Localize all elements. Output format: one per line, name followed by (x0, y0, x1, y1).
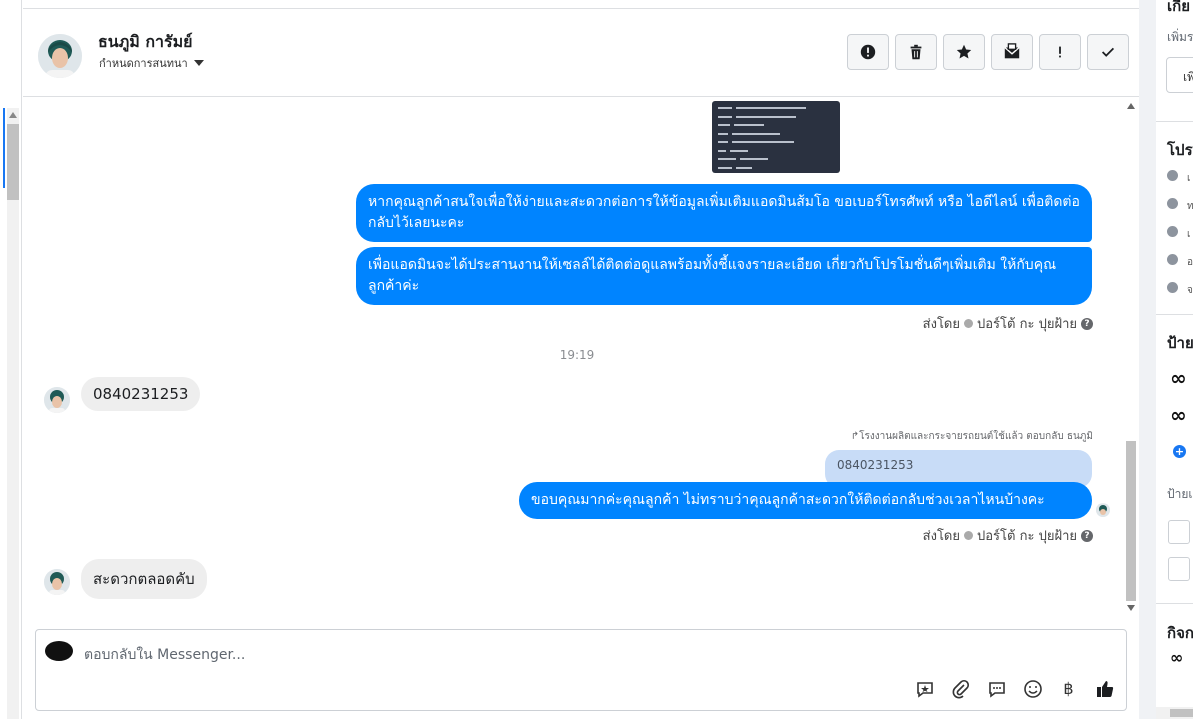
message-thread[interactable]: หากคุณลูกค้าสนใจเพื่อให้ง่ายและสะดวกต่อก… (23, 97, 1139, 617)
outgoing-message[interactable]: เพื่อแอดมินจะได้ประสานงานให้เซลล์ได้ติดต… (356, 247, 1092, 305)
left-sidebar-strip (0, 0, 22, 719)
emoji-icon[interactable] (1021, 677, 1044, 700)
like-icon[interactable] (1093, 677, 1116, 700)
trash-icon (910, 44, 922, 60)
mark-done-button[interactable] (1087, 34, 1129, 70)
reply-arrow-icon: ↱ (850, 431, 860, 442)
left-scroll-thumb[interactable] (7, 124, 19, 200)
scroll-down-arrow-icon[interactable] (1127, 605, 1135, 611)
message-composer[interactable]: ตอบกลับใน Messenger... ฿ (35, 629, 1127, 711)
envelope-icon (1004, 43, 1020, 59)
contact-avatar[interactable] (38, 34, 82, 78)
assign-conversation-dropdown[interactable]: กำหนดการสนทนา (99, 54, 204, 72)
assign-label: กำหนดการสนทนา (99, 57, 188, 70)
star-icon (956, 44, 972, 59)
panel-section-subtitle: เพิ่มร (1167, 30, 1193, 44)
sent-by-prefix: ส่งโดย (922, 529, 960, 544)
location-icon (1167, 282, 1178, 293)
sent-by-name: ปอร์โต้ กะ ปุยฝ้าย (977, 529, 1077, 544)
baht-icon[interactable]: ฿ (1057, 677, 1080, 700)
composer-tools: ฿ (913, 677, 1116, 700)
panel-divider-line (1156, 314, 1193, 315)
contact-avatar-small[interactable] (44, 569, 70, 595)
page-logo (45, 641, 73, 661)
mark-unread-button[interactable] (991, 34, 1033, 70)
scroll-up-arrow-icon[interactable] (9, 112, 17, 118)
sender-avatar-icon (964, 531, 973, 540)
exclamation-icon (1059, 46, 1061, 58)
add-label-icon[interactable]: + (1173, 445, 1186, 458)
header-top-divider (23, 8, 1139, 9)
panel-section-title: ป้าย (1167, 334, 1193, 352)
contact-details-panel: เกีย เพิ่มร เพิ โปร เ ท เ อ จ ป้าย ∞ ∞ +… (1156, 0, 1193, 719)
thread-scroll-thumb[interactable] (1126, 441, 1136, 601)
panel-scroll-thumb[interactable] (1170, 709, 1193, 717)
panel-section-title: กิจก (1167, 624, 1193, 642)
panel-add-button[interactable]: เพิ (1166, 57, 1193, 93)
panel-divider-line (1156, 121, 1193, 122)
panel-section-subtitle: ป้ายเ (1167, 487, 1193, 501)
reply-input[interactable]: ตอบกลับใน Messenger... (84, 644, 245, 666)
meta-logo-icon: ∞ (1170, 403, 1187, 427)
education-icon (1167, 226, 1178, 237)
checkmark-icon (1101, 47, 1115, 57)
panel-horizontal-scrollbar[interactable] (1156, 707, 1193, 719)
help-icon[interactable]: ? (1081, 317, 1093, 330)
location-icon (1167, 254, 1178, 265)
sender-avatar-icon (964, 319, 973, 328)
detail-text: ท (1187, 201, 1193, 212)
meta-logo-icon: ∞ (1170, 366, 1187, 390)
reply-context-text: โรงงานผลิตและกระจายรถยนต์ใช้แล้ว ตอบกลับ… (859, 431, 1093, 442)
detail-text: เ (1187, 229, 1191, 240)
sent-by-info: ส่งโดย ปอร์โต้ กะ ปุยฝ้าย ? (923, 525, 1093, 546)
panel-divider (1139, 0, 1156, 719)
active-indicator (3, 108, 5, 188)
conversation-header: ธนภูมิ การัมย์ กำหนดการสนทนา (23, 0, 1139, 97)
attachment-icon[interactable] (949, 677, 972, 700)
panel-section-title: เกีย (1167, 0, 1190, 15)
detail-text: จ (1187, 285, 1193, 296)
quick-reply-icon[interactable] (985, 677, 1008, 700)
chevron-down-icon (193, 60, 204, 66)
meta-logo-icon: ∞ (1170, 648, 1184, 667)
scroll-up-arrow-icon[interactable] (1127, 103, 1135, 109)
label-checkbox[interactable] (1168, 520, 1190, 544)
reply-context: ↱โรงงานผลิตและกระจายรถยนต์ใช้แล้ว ตอบกลั… (851, 429, 1093, 444)
panel-divider-line (1156, 603, 1193, 604)
delete-button[interactable] (895, 34, 937, 70)
seen-avatar (1096, 503, 1110, 517)
briefcase-icon (1167, 198, 1178, 209)
sent-by-name: ปอร์โต้ กะ ปุยฝ้าย (977, 317, 1077, 332)
header-actions (847, 34, 1129, 70)
alert-circle-icon (860, 44, 876, 60)
outgoing-message[interactable]: ขอบคุณมากค่ะคุณลูกค้า ไม่ทราบว่าคุณลูกค้… (519, 482, 1092, 519)
outgoing-message[interactable]: หากคุณลูกค้าสนใจเพื่อให้ง่ายและสะดวกต่อก… (356, 184, 1092, 242)
label-checkbox[interactable] (1168, 557, 1190, 581)
sent-by-prefix: ส่งโดย (922, 317, 960, 332)
alert-button[interactable] (847, 34, 889, 70)
incoming-message[interactable]: สะดวกตลอดคับ (81, 559, 207, 599)
detail-text: อ (1187, 257, 1193, 268)
help-icon[interactable]: ? (1081, 529, 1093, 542)
clock-icon (1167, 170, 1178, 181)
sent-by-info: ส่งโดย ปอร์โต้ กะ ปุยฝ้าย ? (923, 313, 1093, 334)
thread-scrollbar[interactable] (1125, 101, 1137, 613)
detail-text: เ (1187, 173, 1191, 184)
image-attachment[interactable] (712, 101, 840, 173)
incoming-message[interactable]: 0840231253 (81, 377, 201, 411)
important-button[interactable] (1039, 34, 1081, 70)
contact-avatar-small[interactable] (44, 387, 70, 413)
saved-reply-icon[interactable] (913, 677, 936, 700)
contact-name: ธนภูมิ การัมย์ (98, 32, 193, 51)
star-button[interactable] (943, 34, 985, 70)
panel-section-title: โปร (1167, 141, 1193, 159)
time-divider: 19:19 (559, 348, 595, 362)
